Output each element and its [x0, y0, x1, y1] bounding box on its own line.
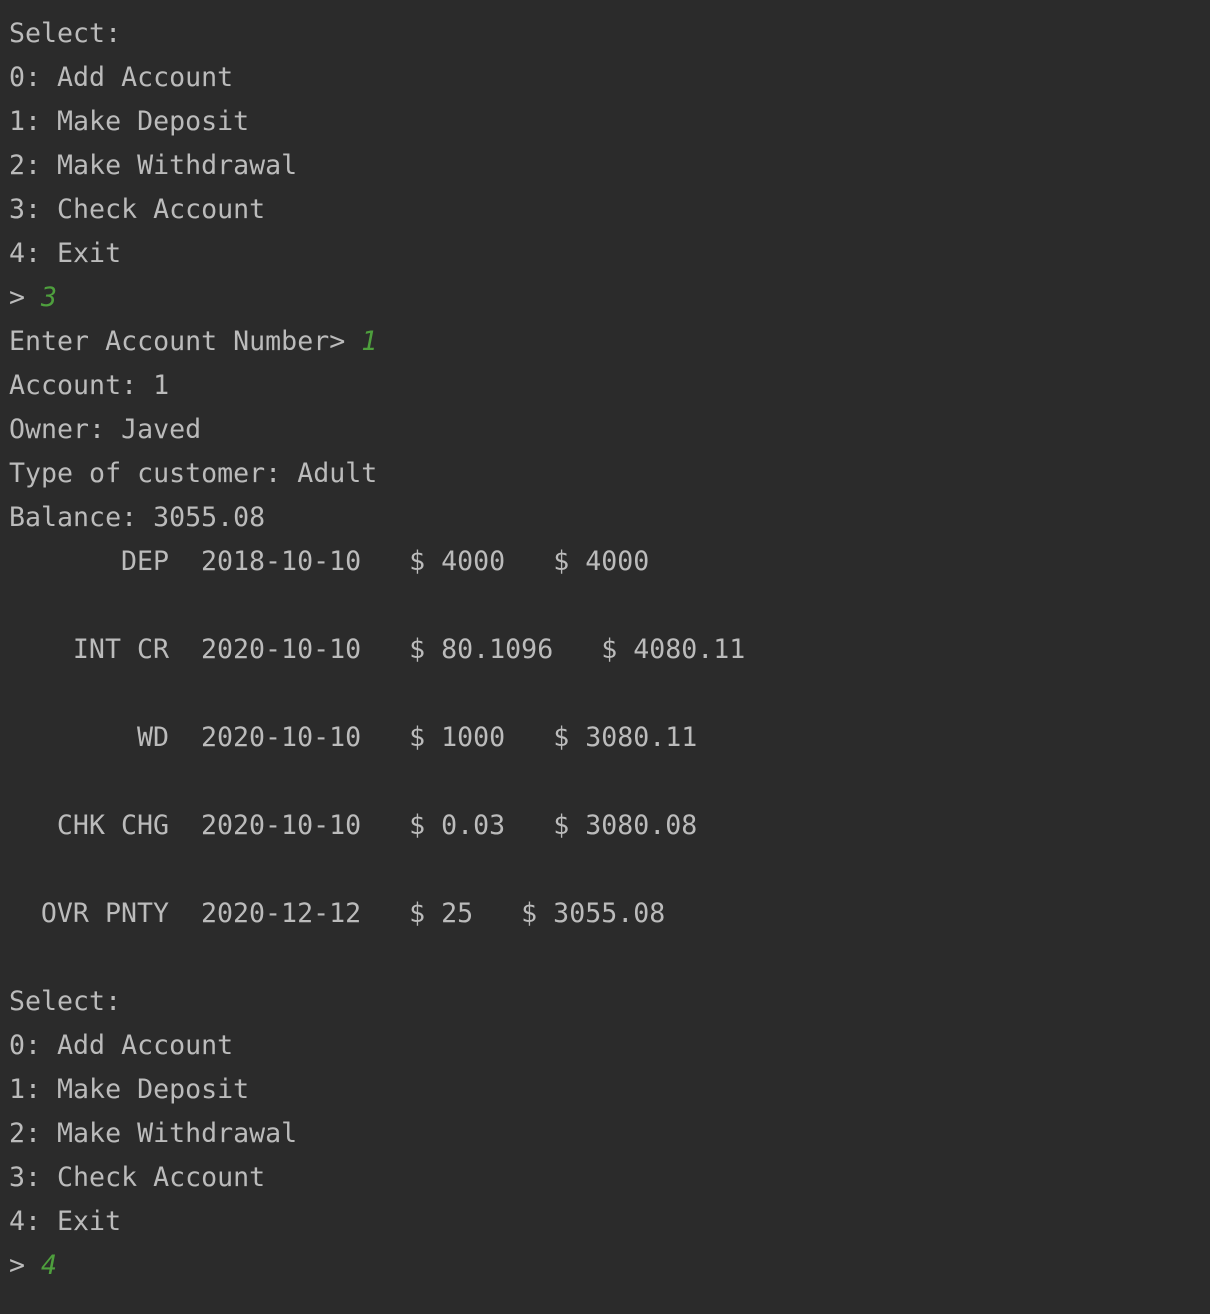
- user-input-choice: 3: [41, 282, 58, 313]
- transaction-type: OVR PNTY: [40, 898, 169, 929]
- transaction-row: DEP 2018-10-10 $ 4000 $ 4000: [9, 540, 1199, 584]
- console-output: Select: 0: Add Account 1: Make Deposit 2…: [9, 12, 1199, 1288]
- transaction-balance: $ 4080.11: [601, 634, 746, 665]
- menu-option-make-withdrawal: 2: Make Withdrawal: [9, 150, 298, 181]
- transaction-amount: $ 0.03: [409, 810, 506, 841]
- transaction-balance: $ 3055.08: [521, 898, 666, 929]
- menu-option-add-account: 0: Add Account: [9, 1030, 234, 1061]
- menu-option-add-account: 0: Add Account: [9, 62, 234, 93]
- menu-prompt-line[interactable]: > 4: [9, 1244, 1199, 1288]
- transaction-type: CHK CHG: [56, 810, 169, 841]
- transaction-type: DEP: [120, 546, 169, 577]
- menu-option-exit: 4: Exit: [9, 1206, 122, 1237]
- transaction-row: OVR PNTY 2020-12-12 $ 25 $ 3055.08: [9, 892, 1199, 936]
- user-input-choice: 4: [41, 1250, 58, 1281]
- transaction-date: 2020-10-10: [201, 634, 362, 665]
- menu-option-check-account: 3: Check Account: [9, 1162, 266, 1193]
- transaction-type: WD: [136, 722, 169, 753]
- transaction-row: INT CR 2020-10-10 $ 80.1096 $ 4080.11: [9, 628, 1199, 672]
- account-number-line: Account: 1: [9, 370, 170, 401]
- balance-line: Balance: 3055.08: [9, 502, 266, 533]
- menu-option-exit: 4: Exit: [9, 238, 122, 269]
- transaction-amount: $ 25: [409, 898, 474, 929]
- transaction-amount: $ 1000: [409, 722, 506, 753]
- prompt-symbol: >: [9, 282, 42, 313]
- transaction-amount: $ 80.1096: [409, 634, 554, 665]
- menu-option-check-account: 3: Check Account: [9, 194, 266, 225]
- transaction-date: 2020-10-10: [201, 810, 362, 841]
- transaction-row: WD 2020-10-10 $ 1000 $ 3080.11: [9, 716, 1199, 760]
- menu-option-make-withdrawal: 2: Make Withdrawal: [9, 1118, 298, 1149]
- menu-title: Select:: [9, 986, 122, 1017]
- menu-option-make-deposit: 1: Make Deposit: [9, 1074, 250, 1105]
- transaction-balance: $ 3080.08: [553, 810, 698, 841]
- transaction-date: 2020-10-10: [201, 722, 362, 753]
- account-owner-line: Owner: Javed: [9, 414, 202, 445]
- transaction-type: INT CR: [72, 634, 169, 665]
- transaction-balance: $ 3080.11: [553, 722, 698, 753]
- user-input-account-number: 1: [361, 326, 378, 357]
- account-number-prompt: Enter Account Number>: [9, 326, 362, 357]
- prompt-symbol: >: [9, 1250, 42, 1281]
- transaction-row: CHK CHG 2020-10-10 $ 0.03 $ 3080.08: [9, 804, 1199, 848]
- transaction-balance: $ 4000: [553, 546, 650, 577]
- account-number-prompt-line[interactable]: Enter Account Number> 1: [9, 320, 1199, 364]
- menu-option-make-deposit: 1: Make Deposit: [9, 106, 250, 137]
- menu-title: Select:: [9, 18, 122, 49]
- transaction-amount: $ 4000: [409, 546, 506, 577]
- transaction-date: 2020-12-12: [201, 898, 362, 929]
- transaction-date: 2018-10-10: [201, 546, 362, 577]
- menu-prompt-line[interactable]: > 3: [9, 276, 1199, 320]
- customer-type-line: Type of customer: Adult: [9, 458, 378, 489]
